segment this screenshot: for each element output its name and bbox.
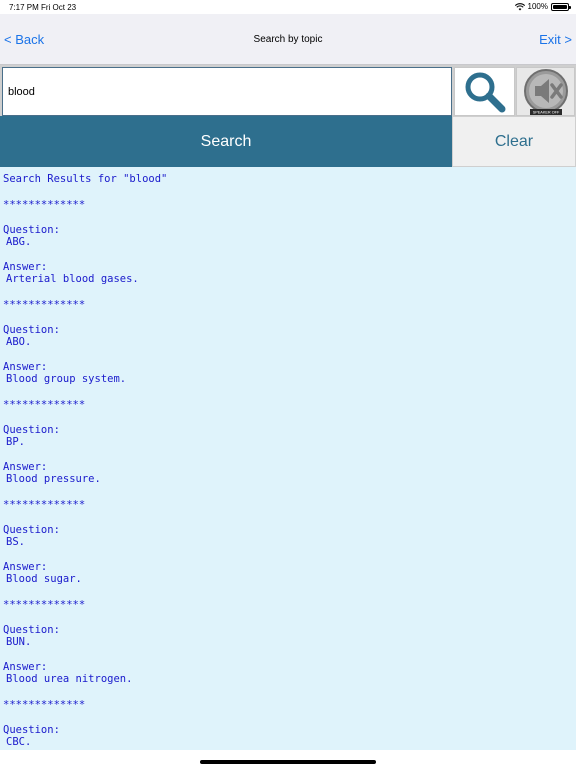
button-row: Search Clear	[0, 116, 576, 167]
search-icon-button[interactable]	[454, 67, 515, 116]
result-entry: ************* Question: CBC.	[3, 699, 576, 748]
nav-bar: < Back Search by topic Exit >	[0, 14, 576, 65]
separator: *************	[3, 299, 86, 311]
question-text: BS.	[6, 536, 25, 548]
search-button[interactable]: Search	[0, 116, 452, 167]
speaker-toggle-button[interactable]: SPEAKER OFF	[516, 67, 575, 116]
status-bar: 7:17 PM Fri Oct 23 100%	[0, 0, 576, 14]
question-label: Question:	[3, 424, 60, 436]
result-entry: ************* Question: BUN. Answer: Blood u…	[3, 599, 576, 685]
exit-button[interactable]: Exit >	[539, 32, 572, 47]
answer-label: Answer:	[3, 561, 48, 573]
separator: *************	[3, 699, 86, 711]
answer-text: Blood urea nitrogen.	[6, 673, 133, 685]
speaker-off-label: SPEAKER OFF	[532, 110, 559, 114]
question-text: BP.	[6, 436, 25, 448]
results-list: ************* Question: ABG. Answer: Arteria…	[3, 199, 576, 748]
answer-label: Answer:	[3, 261, 48, 273]
result-entry: ************* Question: ABG. Answer: Arteria…	[3, 199, 576, 285]
question-text: CBC.	[6, 736, 32, 748]
search-input[interactable]	[2, 67, 452, 116]
question-text: ABO.	[6, 336, 32, 348]
magnifier-icon	[465, 72, 505, 112]
answer-text: Blood group system.	[6, 373, 127, 385]
answer-label: Answer:	[3, 361, 48, 373]
separator: *************	[3, 599, 86, 611]
result-entry: ************* Question: BS. Answer: Blood su…	[3, 499, 576, 585]
answer-text: Blood pressure.	[6, 473, 101, 485]
status-date: Fri Oct 23	[41, 3, 77, 12]
question-label: Question:	[3, 324, 60, 336]
separator: *************	[3, 399, 86, 411]
question-label: Question:	[3, 624, 60, 636]
speaker-off-icon: SPEAKER OFF	[523, 68, 568, 115]
answer-text: Blood sugar.	[6, 573, 82, 585]
question-label: Question:	[3, 524, 60, 536]
separator: *************	[3, 199, 86, 211]
results-header: Search Results for "blood"	[3, 173, 168, 185]
answer-text: Arterial blood gases.	[6, 273, 139, 285]
question-text: ABG.	[6, 236, 32, 248]
result-entry: ************* Question: ABO. Answer: Blood g…	[3, 299, 576, 385]
wifi-icon	[514, 2, 525, 10]
status-time: 7:17 PM	[9, 3, 39, 12]
status-right: 100%	[514, 2, 571, 11]
answer-label: Answer:	[3, 661, 48, 673]
clear-button[interactable]: Clear	[452, 116, 576, 167]
home-indicator	[200, 760, 376, 764]
search-row: SPEAKER OFF	[0, 65, 576, 116]
question-text: BUN.	[6, 636, 32, 648]
battery-percent: 100%	[527, 2, 548, 11]
result-entry: ************* Question: BP. Answer: Blood pr…	[3, 399, 576, 485]
battery-icon	[551, 2, 571, 11]
page-title: Search by topic	[253, 34, 323, 45]
answer-label: Answer:	[3, 461, 48, 473]
separator: *************	[3, 499, 86, 511]
question-label: Question:	[3, 224, 60, 236]
question-label: Question:	[3, 724, 60, 736]
search-results: Search Results for "blood" *************…	[0, 167, 576, 750]
